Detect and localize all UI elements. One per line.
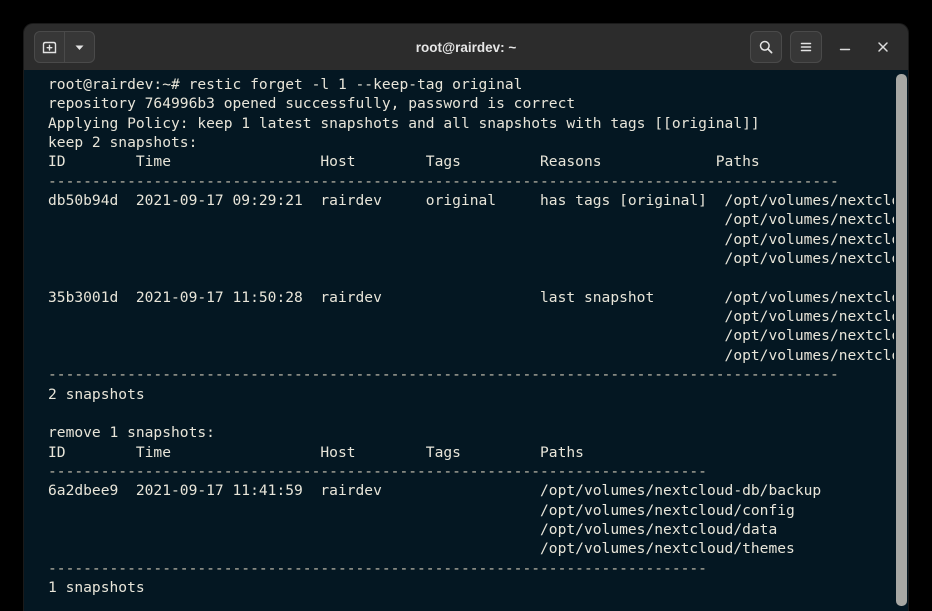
minimize-button[interactable]: [830, 32, 860, 62]
search-button[interactable]: [750, 31, 782, 63]
titlebar-right-controls: [750, 31, 898, 63]
chevron-down-icon: [75, 45, 84, 50]
terminal-line: root@rairdev:~# restic forget -l 1 --kee…: [48, 76, 523, 93]
terminal-line: /opt/volumes/nextcloud/config: [48, 308, 908, 326]
terminal-line: 6a2dbee9 2021-09-17 11:41:59 rairdev /op…: [48, 482, 822, 500]
table-separator: ----------------------------------------…: [48, 172, 839, 190]
close-button[interactable]: [868, 32, 898, 62]
titlebar[interactable]: root@rairdev: ~: [24, 24, 908, 70]
hamburger-menu-icon: [800, 42, 812, 52]
terminal-line: /opt/volumes/nextcloud/data: [48, 520, 778, 538]
terminal-scrollbar[interactable]: [894, 70, 908, 611]
terminal-line: ----------------------------------------…: [48, 365, 908, 384]
terminal-line: Applying Policy: keep 1 latest snapshots…: [48, 114, 760, 132]
terminal-line: db50b94d 2021-09-17 09:29:21 rairdev ori…: [48, 192, 908, 210]
terminal-line: /opt/volumes/nextcloud/data: [48, 230, 908, 248]
minimize-icon: [839, 48, 851, 51]
terminal-line: /opt/volumes/nextcloud/themes: [48, 346, 908, 364]
terminal-line: 1 snapshots: [48, 578, 145, 596]
terminal-line: /opt/volumes/nextcloud/config: [48, 501, 795, 519]
terminal-body[interactable]: root@rairdev:~# restic forget -l 1 --kee…: [24, 70, 908, 611]
terminal-line: keep 2 snapshots:: [48, 134, 198, 152]
terminal-line: ----------------------------------------…: [48, 172, 908, 191]
table-separator: ----------------------------------------…: [48, 366, 839, 384]
terminal-line: /opt/volumes/nextcloud/data: [48, 327, 908, 345]
terminal-window: root@rairdev: ~ root@rairdev:~# restic f…: [24, 24, 908, 611]
new-tab-button[interactable]: [35, 32, 64, 62]
terminal-line: 2 snapshots: [48, 385, 145, 403]
terminal-line: /opt/volumes/nextcloud/themes: [48, 540, 795, 558]
terminal-line: repository 764996b3 opened successfully,…: [48, 95, 576, 113]
terminal-line: ID Time Host Tags Reasons Paths: [48, 153, 760, 171]
titlebar-left-controls: [34, 31, 95, 63]
scrollbar-thumb[interactable]: [896, 74, 907, 606]
terminal-output[interactable]: root@rairdev:~# restic forget -l 1 --kee…: [48, 75, 908, 611]
terminal-line: ----------------------------------------…: [48, 559, 908, 578]
search-icon: [759, 40, 773, 54]
tab-dropdown-button[interactable]: [64, 32, 94, 62]
table-separator: ----------------------------------------…: [48, 559, 707, 577]
terminal-line: ----------------------------------------…: [48, 462, 908, 481]
terminal-line: /opt/volumes/nextcloud/config: [48, 211, 908, 229]
terminal-line: ID Time Host Tags Paths: [48, 443, 584, 461]
new-tab-icon: [42, 41, 57, 53]
terminal-line: /opt/volumes/nextcloud/themes: [48, 250, 908, 268]
terminal-line: remove 1 snapshots:: [48, 424, 215, 442]
close-icon: [878, 42, 888, 52]
menu-button[interactable]: [790, 31, 822, 63]
new-tab-button-group[interactable]: [34, 31, 95, 63]
table-separator: ----------------------------------------…: [48, 462, 707, 480]
terminal-line: 35b3001d 2021-09-17 11:50:28 rairdev las…: [48, 288, 908, 306]
